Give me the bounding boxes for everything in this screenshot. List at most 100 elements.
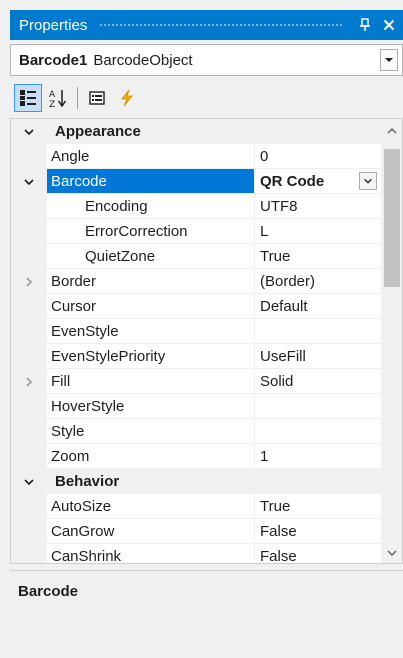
- property-row-border[interactable]: Border (Border): [11, 269, 381, 294]
- row-gutter: [11, 519, 47, 544]
- property-name[interactable]: Cursor: [47, 294, 255, 319]
- property-row-canshrink[interactable]: CanShrink False: [11, 544, 381, 564]
- property-row-zoom[interactable]: Zoom 1: [11, 444, 381, 469]
- categorized-icon[interactable]: [14, 84, 42, 112]
- property-value-text[interactable]: L: [260, 223, 268, 240]
- property-name[interactable]: Border: [47, 269, 255, 294]
- chevron-down-icon[interactable]: [23, 126, 35, 138]
- property-value-text[interactable]: Default: [260, 298, 308, 315]
- chevron-down-icon[interactable]: [23, 176, 35, 188]
- property-row-evenstylepriority[interactable]: EvenStylePriority UseFill: [11, 344, 381, 369]
- property-value[interactable]: 1: [255, 444, 381, 469]
- scroll-down-icon[interactable]: [381, 543, 402, 563]
- property-row-barcode[interactable]: Barcode QR Code: [11, 169, 381, 194]
- property-pages-icon[interactable]: [83, 84, 111, 112]
- property-value-text[interactable]: UseFill: [260, 348, 306, 365]
- property-name[interactable]: Fill: [47, 369, 255, 394]
- property-value[interactable]: True: [255, 244, 381, 269]
- property-value[interactable]: QR Code: [255, 169, 381, 194]
- property-name[interactable]: Angle: [47, 144, 255, 169]
- row-gutter: [11, 244, 47, 269]
- alphabetical-icon[interactable]: A Z: [44, 84, 72, 112]
- property-name[interactable]: Encoding: [47, 194, 255, 219]
- property-value[interactable]: [255, 419, 381, 444]
- property-row-style[interactable]: Style: [11, 419, 381, 444]
- property-name[interactable]: CanGrow: [47, 519, 255, 544]
- description-panel: Barcode: [10, 570, 403, 658]
- svg-text:Z: Z: [49, 100, 55, 108]
- property-row-angle[interactable]: Angle 0: [11, 144, 381, 169]
- property-value[interactable]: Default: [255, 294, 381, 319]
- property-name[interactable]: AutoSize: [47, 494, 255, 519]
- property-value-text[interactable]: UTF8: [260, 198, 298, 215]
- property-row-hoverstyle[interactable]: HoverStyle: [11, 394, 381, 419]
- row-gutter[interactable]: [11, 119, 47, 144]
- property-value[interactable]: UseFill: [255, 344, 381, 369]
- description-title: Barcode: [18, 583, 79, 600]
- property-value[interactable]: UTF8: [255, 194, 381, 219]
- property-row-encoding[interactable]: Encoding UTF8: [11, 194, 381, 219]
- row-gutter: [11, 344, 47, 369]
- property-value-text[interactable]: QR Code: [260, 173, 324, 190]
- property-value[interactable]: False: [255, 544, 381, 564]
- property-value-text[interactable]: False: [260, 523, 297, 540]
- object-type: BarcodeObject: [93, 51, 193, 69]
- property-row-cursor[interactable]: Cursor Default: [11, 294, 381, 319]
- property-row-quietzone[interactable]: QuietZone True: [11, 244, 381, 269]
- property-value[interactable]: True: [255, 494, 381, 519]
- property-value-text[interactable]: (Border): [260, 273, 315, 290]
- property-name[interactable]: Barcode: [47, 169, 255, 194]
- row-gutter[interactable]: [11, 269, 47, 294]
- property-value-text[interactable]: 1: [260, 448, 268, 465]
- property-value[interactable]: L: [255, 219, 381, 244]
- scroll-thumb[interactable]: [384, 149, 400, 287]
- property-row-cangrow[interactable]: CanGrow False: [11, 519, 381, 544]
- property-name[interactable]: QuietZone: [47, 244, 255, 269]
- category-behavior[interactable]: Behavior: [11, 469, 381, 494]
- property-name[interactable]: ErrorCorrection: [47, 219, 255, 244]
- vertical-scrollbar[interactable]: [381, 119, 402, 563]
- close-icon[interactable]: [379, 15, 399, 35]
- chevron-down-icon[interactable]: [380, 49, 398, 71]
- property-name[interactable]: Zoom: [47, 444, 255, 469]
- property-toolbar: A Z: [10, 82, 403, 114]
- property-value[interactable]: Solid: [255, 369, 381, 394]
- property-value-text[interactable]: True: [260, 498, 290, 515]
- property-value-text[interactable]: False: [260, 548, 297, 564]
- properties-title-bar[interactable]: Properties: [10, 10, 403, 40]
- property-row-autosize[interactable]: AutoSize True: [11, 494, 381, 519]
- property-value-text[interactable]: 0: [260, 148, 268, 165]
- events-icon[interactable]: [113, 84, 141, 112]
- row-gutter: [11, 194, 47, 219]
- property-value-text[interactable]: True: [260, 248, 290, 265]
- chevron-right-icon[interactable]: [23, 376, 35, 388]
- property-value[interactable]: [255, 394, 381, 419]
- property-row-fill[interactable]: Fill Solid: [11, 369, 381, 394]
- row-gutter[interactable]: [11, 169, 47, 194]
- row-gutter: [11, 419, 47, 444]
- property-value[interactable]: [255, 319, 381, 344]
- property-name[interactable]: Style: [47, 419, 255, 444]
- property-grid[interactable]: Appearance Angle 0 Barcode QR Code Encoding UT…: [10, 118, 403, 564]
- chevron-down-icon[interactable]: [23, 476, 35, 488]
- title-grip: [99, 22, 343, 28]
- scroll-up-icon[interactable]: [381, 121, 402, 141]
- object-selector[interactable]: Barcode1 BarcodeObject: [10, 44, 403, 76]
- property-name[interactable]: HoverStyle: [47, 394, 255, 419]
- property-name[interactable]: CanShrink: [47, 544, 255, 563]
- property-value[interactable]: (Border): [255, 269, 381, 294]
- row-gutter[interactable]: [11, 369, 47, 394]
- chevron-down-icon[interactable]: [359, 172, 377, 190]
- property-value[interactable]: False: [255, 519, 381, 544]
- chevron-right-icon[interactable]: [23, 276, 35, 288]
- pin-icon[interactable]: [355, 15, 375, 35]
- row-gutter: [11, 494, 47, 519]
- property-name[interactable]: EvenStyle: [47, 319, 255, 344]
- property-value-text[interactable]: Solid: [260, 373, 293, 390]
- property-row-errorcorrection[interactable]: ErrorCorrection L: [11, 219, 381, 244]
- category-appearance[interactable]: Appearance: [11, 119, 381, 144]
- row-gutter[interactable]: [11, 469, 47, 494]
- property-name[interactable]: EvenStylePriority: [47, 344, 255, 369]
- property-value[interactable]: 0: [255, 144, 381, 169]
- property-row-evenstyle[interactable]: EvenStyle: [11, 319, 381, 344]
